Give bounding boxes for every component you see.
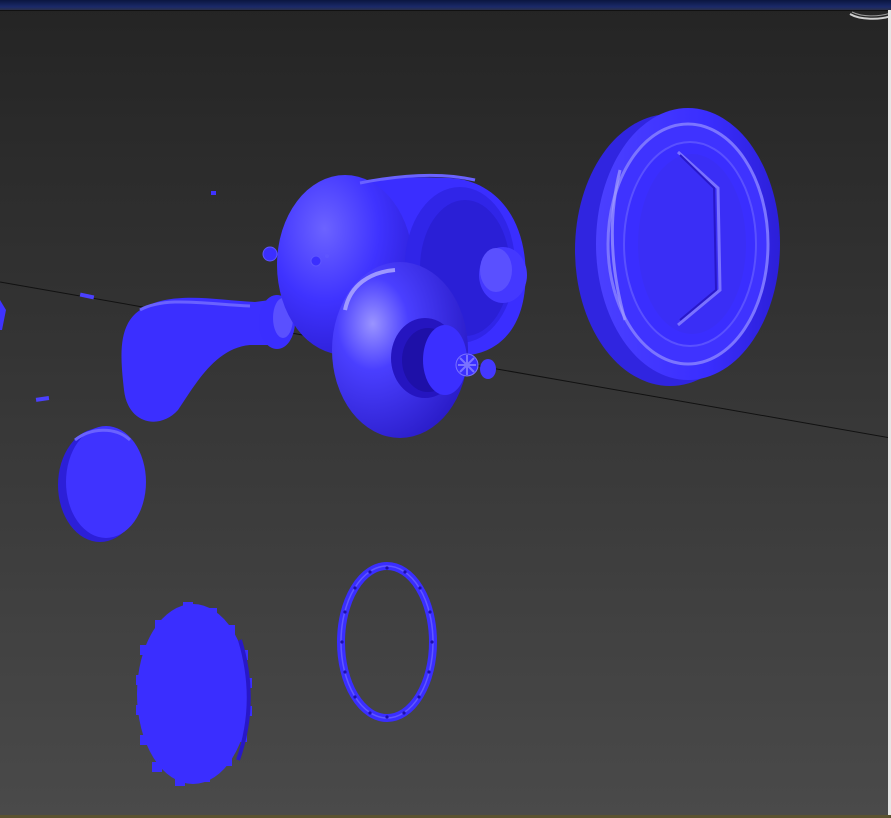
small-screw bbox=[211, 191, 216, 195]
spool-housing[interactable] bbox=[332, 262, 468, 438]
viewport-background bbox=[0, 0, 891, 818]
viewport-top-border bbox=[0, 0, 891, 11]
3d-viewport[interactable] bbox=[0, 0, 891, 818]
